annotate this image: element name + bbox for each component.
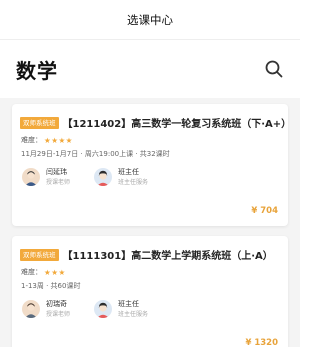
head-teacher-info[interactable]: 班主任 班主任服务 [94, 300, 166, 319]
course-staff: 闫延玮 授课老师 班主任 班主任服务 [12, 159, 288, 187]
course-card-header: 双师系统班 【1111301】高二数学上学期系统班（上·A） [12, 236, 288, 262]
page-header: 数学 [0, 40, 300, 98]
difficulty-row: 难度： ★★★ [12, 262, 288, 277]
teacher-name: 初瑞奇 [46, 300, 67, 308]
difficulty-stars: ★★★ [44, 267, 66, 277]
difficulty-label: 难度： [21, 268, 42, 276]
teacher-name: 闫延玮 [46, 168, 67, 176]
course-price: ¥ 704 [251, 206, 278, 216]
difficulty-stars: ★★★★ [44, 135, 73, 145]
head-teacher-avatar [94, 168, 112, 186]
teacher-avatar [22, 168, 40, 186]
teacher-info[interactable]: 闫延玮 授课老师 [22, 168, 94, 187]
difficulty-label: 难度： [21, 136, 42, 144]
navbar: 选课中心 [0, 0, 300, 40]
head-teacher-name: 班主任 [118, 300, 139, 308]
course-type-badge: 双师系统班 [20, 116, 59, 129]
search-icon[interactable] [264, 59, 284, 79]
head-teacher-avatar [94, 300, 112, 318]
teacher-info[interactable]: 初瑞奇 授课老师 [22, 300, 94, 319]
course-title[interactable]: 【1111301】高二数学上学期系统班（上·A） [63, 247, 273, 262]
course-list: 双师系统班 【1211402】高三数学一轮复习系统班（下·A+） 难度： ★★★… [0, 98, 300, 347]
head-teacher-role: 班主任服务 [118, 179, 149, 186]
teacher-role: 授课老师 [46, 179, 71, 186]
navbar-title: 选课中心 [127, 12, 173, 27]
difficulty-row: 难度： ★★★★ [12, 130, 288, 145]
page-title: 数学 [16, 58, 58, 83]
course-card[interactable]: 双师系统班 【1111301】高二数学上学期系统班（上·A） 难度： ★★★ 1… [12, 236, 288, 347]
head-teacher-name: 班主任 [118, 168, 139, 176]
teacher-avatar [22, 300, 40, 318]
course-title[interactable]: 【1211402】高三数学一轮复习系统班（下·A+） [63, 115, 292, 130]
course-staff: 初瑞奇 授课老师 班主任 班主任服务 [12, 291, 288, 319]
course-card[interactable]: 双师系统班 【1211402】高三数学一轮复习系统班（下·A+） 难度： ★★★… [12, 104, 291, 226]
course-schedule: 1-13周 · 共60课时 [21, 282, 81, 290]
head-teacher-role: 班主任服务 [118, 311, 149, 318]
course-type-badge: 双师系统班 [20, 248, 59, 261]
course-price: ¥ 1320 [245, 338, 278, 347]
course-card-header: 双师系统班 【1211402】高三数学一轮复习系统班（下·A+） [12, 104, 291, 130]
teacher-role: 授课老师 [46, 311, 71, 318]
head-teacher-info[interactable]: 班主任 班主任服务 [94, 168, 166, 187]
course-schedule: 11月29日-1月7日 · 周六19:00上课 · 共32课时 [21, 150, 170, 158]
